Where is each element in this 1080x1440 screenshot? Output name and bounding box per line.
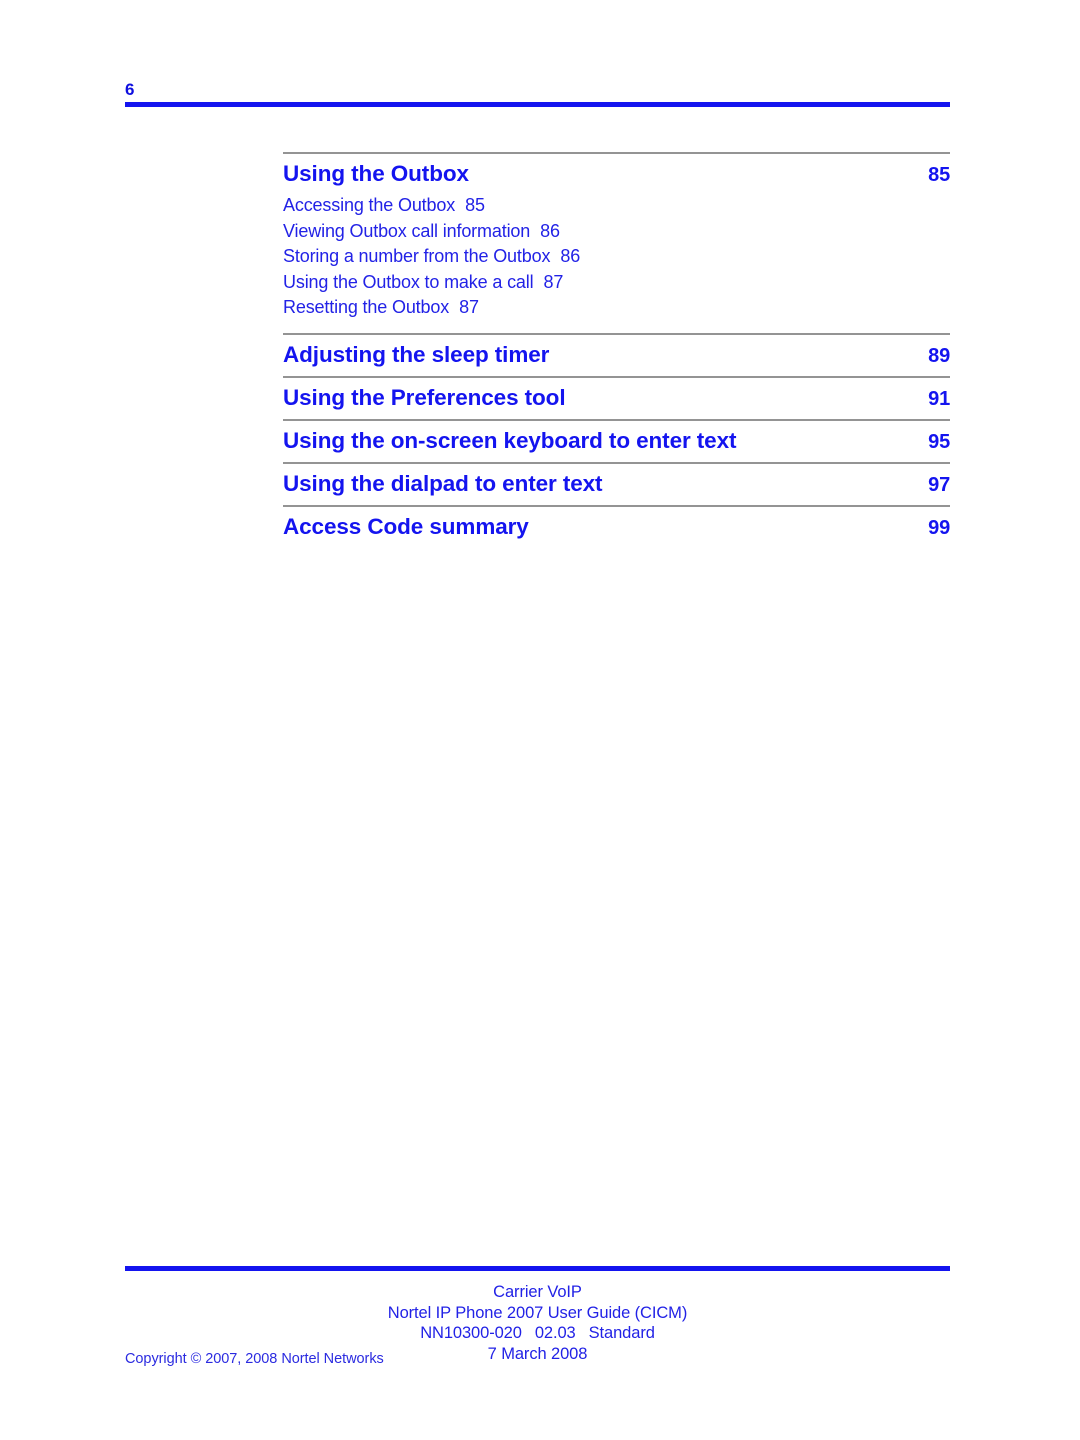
toc-entry-page: 95	[928, 430, 950, 453]
toc-subentry-title: Resetting the Outbox	[283, 297, 450, 317]
toc-group: Adjusting the sleep timer 89	[283, 332, 950, 376]
page-footer: Carrier VoIP Nortel IP Phone 2007 User G…	[125, 1266, 950, 1367]
toc-subentry-accessing-the-outbox[interactable]: Accessing the Outbox 85	[283, 193, 950, 219]
toc-subentry-storing-a-number-from-the-outbox[interactable]: Storing a number from the Outbox 86	[283, 244, 950, 270]
toc-group: Using the Outbox 85 Accessing the Outbox…	[283, 152, 950, 333]
toc-entry-using-the-dialpad-to-enter-text[interactable]: Using the dialpad to enter text 97	[283, 464, 950, 505]
footer-doc-version: 02.03	[534, 1324, 576, 1342]
toc-subentry-page: 87	[543, 271, 564, 292]
toc-entry-page: 91	[928, 387, 950, 410]
toc-subentry-page: 87	[459, 297, 479, 317]
toc-entry-title: Adjusting the sleep timer	[283, 341, 550, 367]
toc-subentry-viewing-outbox-call-information[interactable]: Viewing Outbox call information 86	[283, 219, 950, 245]
toc-entry-using-the-on-screen-keyboard-to-enter-text[interactable]: Using the on-screen keyboard to enter te…	[283, 421, 950, 462]
page-header: 6	[125, 80, 950, 107]
toc-group: Access Code summary 99	[283, 504, 950, 548]
toc-subentry-page: 86	[560, 246, 581, 266]
copyright-word: Copyright	[125, 1351, 187, 1367]
footer-doc-number: NN10300-020	[420, 1324, 522, 1342]
toc-subentry-title: Using the Outbox to make a call	[283, 271, 534, 292]
toc-subentry-page: 85	[465, 195, 485, 215]
copyright-years: 2007, 2008	[205, 1351, 278, 1367]
document-page: 6 Using the Outbox 85 Accessing the Outb…	[0, 0, 1080, 1440]
toc-entry-title: Access Code summary	[283, 513, 529, 539]
toc-group: Using the Preferences tool 91	[283, 375, 950, 419]
toc-entry-page: 85	[928, 164, 950, 186]
toc-entry-page: 99	[928, 516, 950, 539]
toc-subentry-page: 86	[540, 220, 560, 241]
toc-subentry-title: Storing a number from the Outbox	[283, 246, 551, 266]
toc-entry-title: Using the Outbox	[283, 161, 469, 186]
toc-entry-page: 89	[928, 344, 950, 367]
toc-entry-title: Using the dialpad to enter text	[283, 470, 603, 496]
footer-document-id-line: NN10300-020 02.03 Standard	[125, 1323, 950, 1344]
toc-group: Using the dialpad to enter text 97	[283, 461, 950, 505]
header-divider	[125, 102, 950, 107]
toc-group: Using the on-screen keyboard to enter te…	[283, 418, 950, 462]
toc-entry-title: Using the Preferences tool	[283, 384, 566, 410]
toc-entry-using-the-preferences-tool[interactable]: Using the Preferences tool 91	[283, 378, 950, 419]
copyright-owner: Nortel Networks	[281, 1351, 384, 1367]
toc-subentry-resetting-the-outbox[interactable]: Resetting the Outbox 87	[283, 295, 950, 321]
footer-product-line: Carrier VoIP	[493, 1283, 582, 1301]
toc-subentry-using-the-outbox-to-make-a-call[interactable]: Using the Outbox to make a call 87	[283, 270, 950, 296]
toc-subentry-list: Accessing the Outbox 85 Viewing Outbox ca…	[283, 193, 950, 333]
toc-entry-title: Using the on-screen keyboard to enter te…	[283, 427, 737, 453]
toc-entry-adjusting-the-sleep-timer[interactable]: Adjusting the sleep timer 89	[283, 335, 950, 376]
toc-entry-page: 97	[928, 473, 950, 496]
footer-doc-status: Standard	[588, 1324, 655, 1342]
table-of-contents: Using the Outbox 85 Accessing the Outbox…	[283, 152, 950, 548]
page-number: 6	[125, 80, 135, 99]
footer-copyright: Copyright © 2007, 2008 Nortel Networks	[125, 1350, 384, 1368]
toc-subentry-title: Viewing Outbox call information	[283, 220, 531, 241]
toc-entry-using-the-outbox[interactable]: Using the Outbox 85	[283, 154, 950, 195]
footer-guide-title: Nortel IP Phone 2007 User Guide (CICM)	[387, 1303, 688, 1322]
copyright-icon: ©	[190, 1351, 202, 1367]
toc-subentry-title: Accessing the Outbox	[283, 195, 456, 215]
toc-entry-access-code-summary[interactable]: Access Code summary 99	[283, 507, 950, 548]
footer-divider	[125, 1266, 950, 1271]
